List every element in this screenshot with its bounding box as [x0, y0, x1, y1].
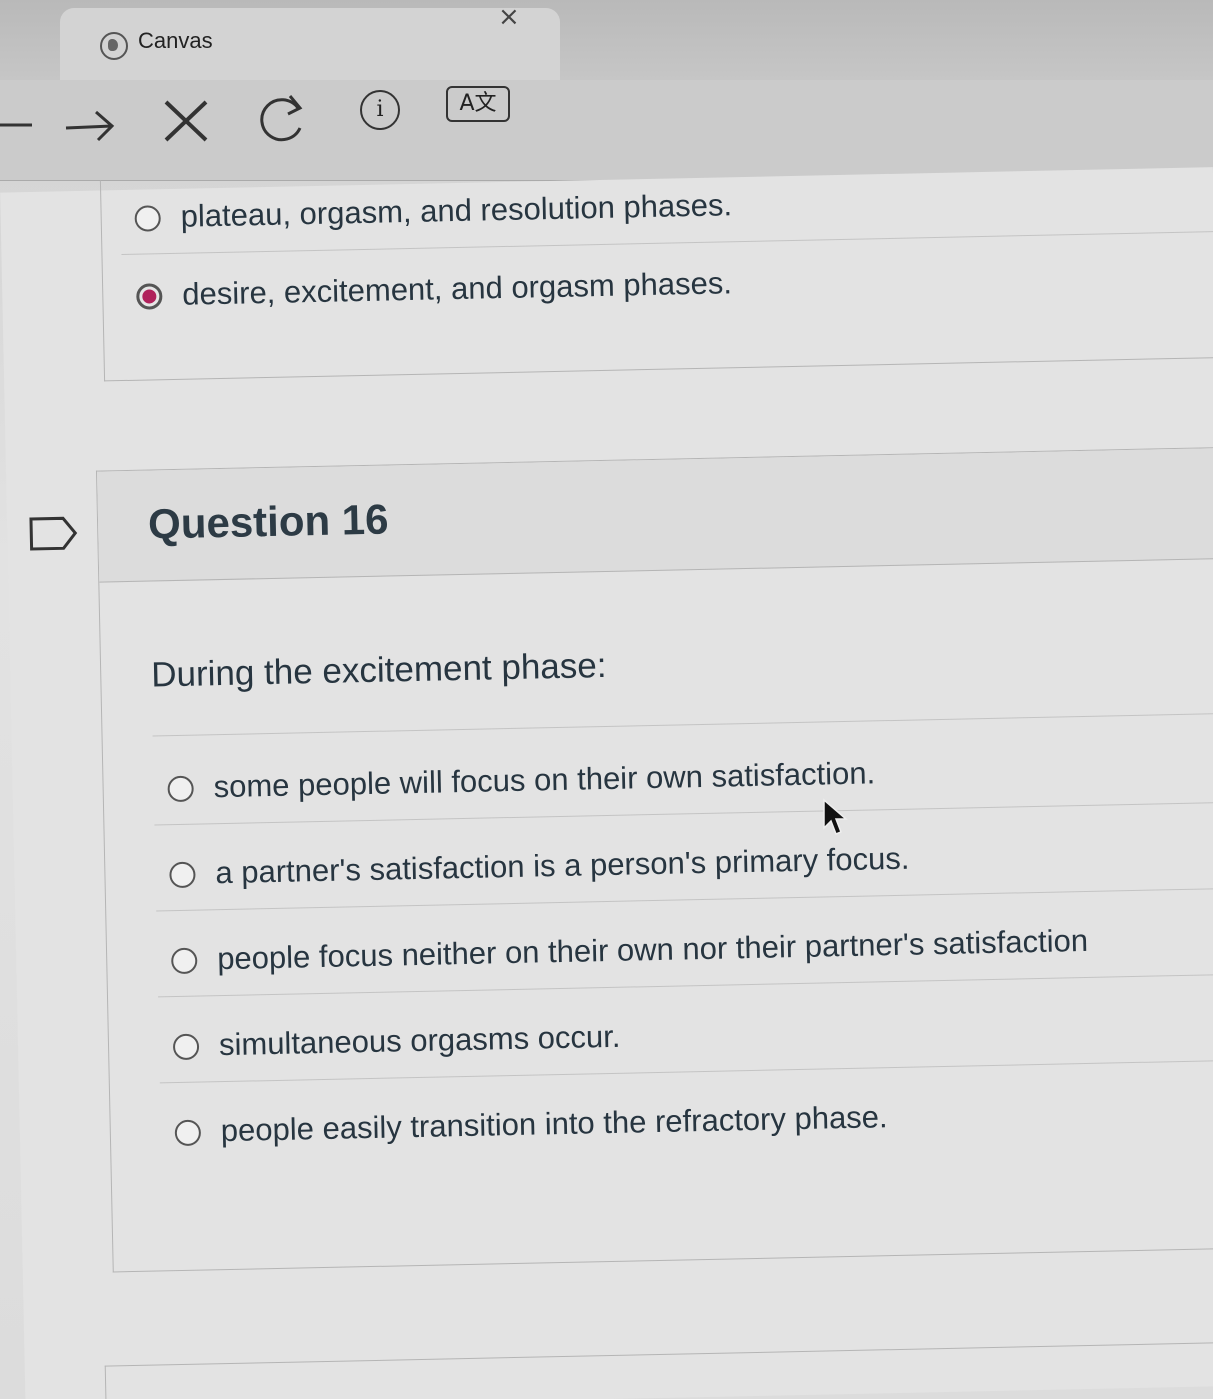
- answer-option[interactable]: people easily transition into the refrac…: [160, 1081, 1213, 1168]
- answer-option[interactable]: some people will focus on their own sati…: [153, 737, 1213, 826]
- globe-icon: [100, 32, 128, 60]
- next-question-block: [104, 1341, 1213, 1399]
- question-header: Question 16: [96, 447, 1213, 583]
- back-stub-icon: [0, 123, 32, 127]
- radio-button[interactable]: [170, 947, 198, 975]
- radio-button[interactable]: [174, 1119, 202, 1147]
- answer-label: desire, excitement, and orgasm phases.: [181, 265, 733, 312]
- answer-option[interactable]: a partner's satisfaction is a person's p…: [154, 823, 1213, 912]
- browser-tab-bar: Canvas ×: [0, 0, 1213, 80]
- translate-icon-label: A文: [459, 91, 497, 116]
- answer-option[interactable]: simultaneous orgasms occur.: [158, 995, 1213, 1084]
- answer-label: people focus neither on their own nor th…: [216, 922, 1089, 977]
- question-prompt: During the excitement phase:: [150, 645, 607, 695]
- question-title: Question 16: [147, 495, 389, 548]
- forward-arrow-icon[interactable]: [62, 106, 118, 146]
- mouse-cursor-icon: [823, 798, 848, 835]
- tab-title: Canvas: [138, 28, 213, 53]
- screen: Canvas × i A文 plateau, orgasm, and resol…: [0, 0, 1213, 1399]
- radio-button[interactable]: [167, 775, 194, 803]
- radio-button[interactable]: [172, 1033, 200, 1061]
- radio-button[interactable]: [169, 861, 196, 889]
- reload-icon[interactable]: [254, 90, 310, 146]
- answer-label: some people will focus on their own sati…: [213, 755, 876, 805]
- quiz-page: plateau, orgasm, and resolution phases. …: [0, 156, 1213, 1399]
- info-icon-label: i: [376, 97, 384, 122]
- answer-label: a partner's satisfaction is a person's p…: [215, 840, 910, 891]
- answer-label: simultaneous orgasms occur.: [218, 1018, 621, 1063]
- answer-label: people easily transition into the refrac…: [220, 1099, 888, 1149]
- stop-icon[interactable]: [160, 96, 212, 144]
- divider: [152, 712, 1213, 737]
- flag-question-icon[interactable]: [29, 516, 80, 551]
- browser-tab[interactable]: [60, 8, 560, 80]
- radio-button[interactable]: [134, 205, 161, 232]
- answer-label: plateau, orgasm, and resolution phases.: [180, 187, 733, 234]
- translate-icon[interactable]: A文: [446, 86, 510, 122]
- tab-close-icon[interactable]: ×: [498, 2, 520, 32]
- question-block: Question 16 During the excitement phase:…: [95, 446, 1213, 1273]
- radio-button-selected[interactable]: [136, 283, 163, 310]
- info-icon[interactable]: i: [360, 90, 400, 130]
- answer-option[interactable]: people focus neither on their own nor th…: [156, 909, 1213, 998]
